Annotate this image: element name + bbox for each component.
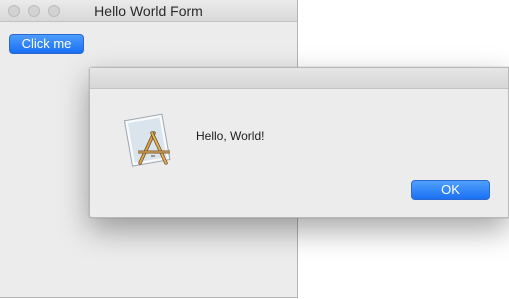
click-me-button[interactable]: Click me — [9, 34, 84, 54]
main-titlebar[interactable]: Hello World Form — [0, 0, 297, 22]
alert-dialog: Hello, World! OK — [89, 67, 509, 218]
dialog-message: Hello, World! — [196, 129, 265, 143]
app-icon — [123, 113, 171, 167]
dialog-titlebar[interactable] — [90, 68, 508, 89]
window-title: Hello World Form — [94, 3, 203, 19]
ok-button[interactable]: OK — [411, 180, 490, 200]
